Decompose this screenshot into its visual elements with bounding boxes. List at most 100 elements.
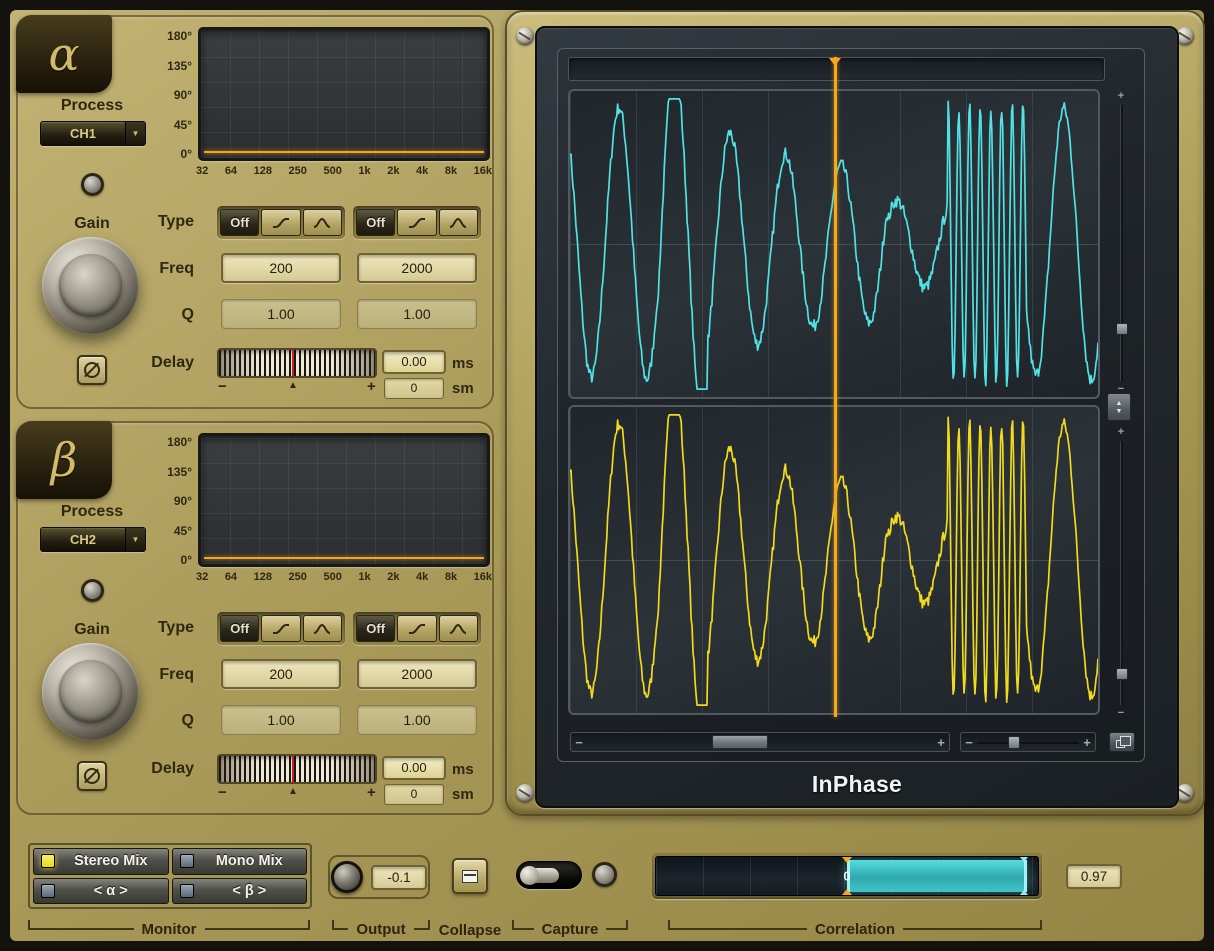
shelf-curve-icon <box>407 622 427 636</box>
filter2-bell-button[interactable] <box>439 615 478 642</box>
delay-samples-field[interactable]: 0 <box>384 784 444 805</box>
scroll-right-label[interactable]: + <box>933 736 949 749</box>
gain-led <box>81 173 104 196</box>
filter1-off-button[interactable]: Off <box>220 615 259 642</box>
x-tick: 1k <box>358 571 370 583</box>
pane-split-spinner[interactable]: ▲ ▼ <box>1107 393 1131 421</box>
zoom-slider-track[interactable] <box>1120 105 1123 381</box>
delay-ms-field[interactable]: 0.00 <box>382 350 446 374</box>
monitor-beta-label: < β > <box>200 883 300 899</box>
y-tick: 135° <box>167 465 192 479</box>
mono-mix-button[interactable]: Mono Mix <box>172 848 308 875</box>
output-label: Output <box>356 922 405 937</box>
y-tick: 180° <box>167 29 192 43</box>
x-tick: 16k <box>474 571 492 583</box>
filter2-shelf-button[interactable] <box>397 615 436 642</box>
view-mode-button[interactable] <box>1109 732 1135 752</box>
x-tick: 250 <box>289 571 307 583</box>
scrollbar-handle[interactable] <box>712 735 768 749</box>
zoom-slider-track[interactable] <box>977 733 1079 751</box>
filter2-bell-button[interactable] <box>439 209 478 236</box>
filter1-q-field[interactable]: 1.00 <box>221 299 341 329</box>
zoom-slider-beta[interactable]: + − <box>1113 427 1129 719</box>
filter1-type-group: Off <box>217 612 345 645</box>
x-tick: 64 <box>225 571 237 583</box>
delay-pointer-icon: ▲ <box>288 380 298 391</box>
zoom-in-label[interactable]: + <box>1118 91 1124 102</box>
filter2-shelf-button[interactable] <box>397 209 436 236</box>
delay-slider-marker <box>292 756 294 782</box>
filter2-off-button[interactable]: Off <box>356 615 395 642</box>
filter1-bell-button[interactable] <box>303 615 342 642</box>
x-tick: 8k <box>445 571 457 583</box>
correlation-value: 0.97 <box>1066 864 1122 889</box>
zoom-out-label[interactable]: − <box>1118 708 1124 719</box>
process-select[interactable]: CH1 ▼ <box>40 121 146 146</box>
scroll-left-label[interactable]: − <box>571 736 587 749</box>
zoom-slider-handle[interactable] <box>1008 736 1020 749</box>
phase-invert-button[interactable] <box>77 355 107 385</box>
filter1-freq-field[interactable]: 200 <box>221 253 341 283</box>
zoom-in-label[interactable]: + <box>1118 427 1124 438</box>
y-tick: 0° <box>181 553 192 567</box>
delay-slider[interactable] <box>217 754 377 784</box>
scrollbar-track[interactable] <box>587 733 933 751</box>
monitor-label: Monitor <box>142 922 197 937</box>
capture-lever <box>523 868 559 883</box>
output-value-field[interactable]: -0.1 <box>371 865 427 890</box>
zoom-slider-handle[interactable] <box>1116 323 1128 335</box>
delay-slider[interactable] <box>217 348 377 378</box>
zoom-in-label[interactable]: + <box>1079 736 1095 749</box>
monitor-alpha-led <box>41 884 55 898</box>
capture-label: Capture <box>542 922 599 937</box>
x-tick: 128 <box>254 571 272 583</box>
output-knob[interactable] <box>331 861 363 893</box>
process-value: CH2 <box>41 528 125 551</box>
filter2-off-button[interactable]: Off <box>356 209 395 236</box>
ms-unit-label: ms <box>452 355 474 372</box>
phase-invert-button[interactable] <box>77 761 107 791</box>
x-tick: 4k <box>416 571 428 583</box>
x-tick: 32 <box>196 571 208 583</box>
delay-samples-field[interactable]: 0 <box>384 378 444 399</box>
phase-graph-x-axis: 32 64 128 250 500 1k 2k 4k 8k 16k <box>196 571 492 583</box>
filter1-shelf-button[interactable] <box>261 615 300 642</box>
phase-graph <box>198 433 490 567</box>
capture-switch[interactable] <box>516 861 582 889</box>
correlation-bracket: Correlation <box>668 916 1042 930</box>
q-label: Q <box>118 712 194 730</box>
stereo-mix-button[interactable]: Stereo Mix <box>33 848 169 875</box>
horizontal-zoom-slider[interactable]: − + <box>960 732 1096 752</box>
correlation-label: Correlation <box>815 922 895 937</box>
filter2-freq-field[interactable]: 2000 <box>357 659 477 689</box>
zoom-slider-alpha[interactable]: + − <box>1113 91 1129 395</box>
collapse-button[interactable] <box>452 858 488 894</box>
delay-minus-label: − <box>218 378 227 395</box>
delay-ms-field[interactable]: 0.00 <box>382 756 446 780</box>
waveform-display: + − ▲ ▼ + − − <box>505 10 1205 816</box>
mono-mix-label: Mono Mix <box>200 853 300 869</box>
filter2-q-field[interactable]: 1.00 <box>357 299 477 329</box>
delay-plus-label: + <box>367 378 376 395</box>
mono-mix-led <box>180 854 194 868</box>
process-select[interactable]: CH2 ▼ <box>40 527 146 552</box>
zoom-slider-track[interactable] <box>1120 441 1123 705</box>
time-cursor[interactable] <box>834 57 837 717</box>
zoom-slider-handle[interactable] <box>1116 668 1128 680</box>
y-tick: 180° <box>167 435 192 449</box>
correlation-end-marker-top <box>1020 857 1028 862</box>
bell-curve-icon <box>448 622 468 636</box>
filter1-bell-button[interactable] <box>303 209 342 236</box>
monitor-beta-button[interactable]: < β > <box>172 878 308 905</box>
filter1-q-field[interactable]: 1.00 <box>221 705 341 735</box>
filter1-freq-field[interactable]: 200 <box>221 659 341 689</box>
filter2-q-field[interactable]: 1.00 <box>357 705 477 735</box>
horizontal-scrollbar[interactable]: − + <box>570 732 950 752</box>
filter1-off-button[interactable]: Off <box>220 209 259 236</box>
filter2-freq-field[interactable]: 2000 <box>357 253 477 283</box>
zoom-out-label[interactable]: − <box>961 736 977 749</box>
stereo-mix-label: Stereo Mix <box>61 853 161 869</box>
filter1-shelf-button[interactable] <box>261 209 300 236</box>
capture-bracket: Capture <box>512 916 628 930</box>
monitor-alpha-button[interactable]: < α > <box>33 878 169 905</box>
